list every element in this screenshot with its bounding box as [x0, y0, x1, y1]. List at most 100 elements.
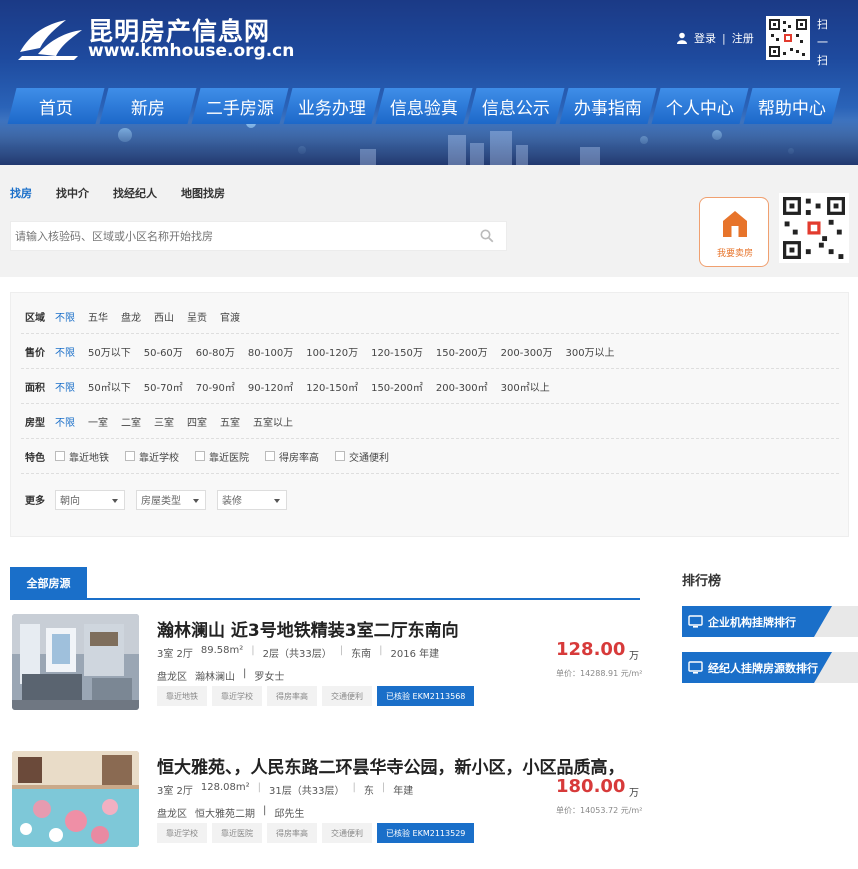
- filter-option[interactable]: 100-120万: [306, 344, 358, 359]
- filter-option[interactable]: 不限: [55, 379, 75, 394]
- register-link[interactable]: 注册: [732, 30, 754, 46]
- search-input[interactable]: [11, 222, 451, 250]
- filter-option[interactable]: 80-100万: [248, 344, 293, 359]
- filter-option[interactable]: 200-300㎡: [436, 379, 488, 394]
- listing-info: 3室 2厅 128.08m² | 31层（共33层） | 东 | 年建: [157, 782, 413, 797]
- filter-option[interactable]: 90-120㎡: [248, 379, 293, 394]
- checkbox-box: [125, 451, 135, 461]
- listing-community[interactable]: 瀚林澜山: [195, 668, 235, 683]
- tab-map-search[interactable]: 地图找房: [181, 185, 225, 201]
- checkbox-box: [55, 451, 65, 461]
- feature-checkbox-transport[interactable]: 交通便利: [335, 449, 389, 464]
- filter-option[interactable]: 盘龙: [121, 309, 141, 324]
- listing-price-unit: 万: [629, 651, 639, 662]
- filter-option[interactable]: 不限: [55, 309, 75, 324]
- filter-option[interactable]: 不限: [55, 344, 75, 359]
- filter-option[interactable]: 二室: [121, 414, 141, 429]
- nav-label: 新房: [131, 98, 165, 119]
- filter-option[interactable]: 50-70㎡: [144, 379, 183, 394]
- filter-option[interactable]: 呈贡: [187, 309, 207, 324]
- listing-community[interactable]: 恒大雅苑二期: [195, 805, 255, 820]
- auth-links: 登录 | 注册: [676, 30, 754, 46]
- listing-photo[interactable]: [12, 751, 139, 847]
- filter-option[interactable]: 五室以上: [253, 414, 293, 429]
- search-tabs: 找房 找中介 找经纪人 地图找房: [10, 185, 225, 201]
- nav-item-verify[interactable]: 信息验真: [375, 88, 473, 124]
- filter-option[interactable]: 一室: [88, 414, 108, 429]
- filter-option[interactable]: 300万以上: [565, 344, 614, 359]
- filter-option[interactable]: 120-150㎡: [306, 379, 358, 394]
- filter-option[interactable]: 四室: [187, 414, 207, 429]
- listing-unit-price: 单价：14288.91 元/m²: [556, 669, 643, 678]
- login-link[interactable]: 登录: [694, 30, 716, 46]
- nav-label: 办事指南: [574, 98, 642, 119]
- nav-item-home[interactable]: 首页: [7, 88, 105, 124]
- filter-option[interactable]: 120-150万: [371, 344, 423, 359]
- filter-row-area: 面积 不限 50㎡以下 50-70㎡ 70-90㎡ 90-120㎡ 120-15…: [21, 369, 839, 404]
- filter-option[interactable]: 三室: [154, 414, 174, 429]
- listing-floor: 31层（共33层）: [269, 786, 345, 797]
- sell-house-button[interactable]: 我要卖房: [699, 197, 769, 267]
- filter-option[interactable]: 50万以下: [88, 344, 131, 359]
- nav-item-new-homes[interactable]: 新房: [99, 88, 197, 124]
- filter-option[interactable]: 不限: [55, 414, 75, 429]
- select-value: 装修: [222, 496, 242, 507]
- listing-area: 128.08m²: [200, 782, 250, 793]
- checkbox-box: [195, 451, 205, 461]
- nav-item-notices[interactable]: 信息公示: [467, 88, 565, 124]
- site-logo[interactable]: 昆明房产信息网 www.kmhouse.org.cn: [16, 12, 294, 62]
- feature-checkbox-hospital[interactable]: 靠近医院: [195, 449, 249, 464]
- select-value: 朝向: [60, 496, 80, 507]
- nav-item-resale[interactable]: 二手房源: [191, 88, 289, 124]
- filter-option[interactable]: 五室: [220, 414, 240, 429]
- nav-item-personal[interactable]: 个人中心: [651, 88, 749, 124]
- search-icon[interactable]: [480, 229, 494, 243]
- filter-option[interactable]: 70-90㎡: [196, 379, 235, 394]
- nav-label: 信息验真: [390, 98, 458, 119]
- feature-checkbox-school[interactable]: 靠近学校: [125, 449, 179, 464]
- ranking-item-label: 企业机构挂牌排行: [708, 616, 796, 629]
- tab-find-house[interactable]: 找房: [10, 185, 32, 201]
- filter-option[interactable]: 150-200万: [436, 344, 488, 359]
- filter-option[interactable]: 西山: [154, 309, 174, 324]
- nav-label: 个人中心: [666, 98, 734, 119]
- listing-title[interactable]: 恒大雅苑、，人民东路二环昙华寺公园，新小区，小区品质高，: [157, 753, 647, 778]
- verified-badge: 已核验 EKM2113568: [377, 686, 475, 706]
- filter-option[interactable]: 五华: [88, 309, 108, 324]
- decoration-select[interactable]: 装修: [217, 489, 287, 510]
- listing-title[interactable]: 瀚林澜山 近3号地铁精装3室二厅东南向: [157, 616, 647, 641]
- filter-option[interactable]: 200-300万: [501, 344, 553, 359]
- feature-checkbox-subway[interactable]: 靠近地铁: [55, 449, 109, 464]
- listing-card[interactable]: 恒大雅苑、，人民东路二环昙华寺公园，新小区，小区品质高， 3室 2厅 128.0…: [12, 751, 643, 849]
- listing-tag: 靠近地铁: [157, 686, 207, 706]
- tab-find-agency[interactable]: 找中介: [56, 185, 89, 201]
- filter-option[interactable]: 60-80万: [196, 344, 235, 359]
- filter-option[interactable]: 官渡: [220, 309, 240, 324]
- main-nav: 首页 新房 二手房源 业务办理 信息验真 信息公示 办事指南 个人中心 帮助中心: [7, 88, 841, 124]
- listing-card[interactable]: 瀚林澜山 近3号地铁精装3室二厅东南向 3室 2厅 89.58m² | 2层（共…: [12, 614, 643, 712]
- listing-tags: 靠近学校 靠近医院 得房率高 交通便利 已核验 EKM2113529: [157, 823, 475, 843]
- listing-location: 盘龙区 瀚林澜山 | 罗女士: [157, 668, 284, 683]
- ranking-item-label: 经纪人挂牌房源数排行: [708, 662, 818, 675]
- listing-district: 盘龙区: [157, 809, 187, 820]
- nav-item-guide[interactable]: 办事指南: [559, 88, 657, 124]
- checkbox-label: 得房率高: [279, 452, 319, 464]
- listing-photo[interactable]: [12, 614, 139, 710]
- filter-option[interactable]: 150-200㎡: [371, 379, 423, 394]
- tab-all-listings[interactable]: 全部房源: [10, 567, 87, 598]
- filter-option[interactable]: 50㎡以下: [88, 379, 131, 394]
- house-type-select[interactable]: 房屋类型: [136, 489, 206, 510]
- filter-option[interactable]: 300㎡以上: [501, 379, 550, 394]
- feature-checkbox-efficiency[interactable]: 得房率高: [265, 449, 319, 464]
- site-url: www.kmhouse.org.cn: [88, 41, 295, 61]
- ranking-item-agencies[interactable]: 企业机构挂牌排行: [682, 606, 858, 637]
- user-icon: [677, 32, 687, 44]
- tab-find-agent[interactable]: 找经纪人: [113, 185, 157, 201]
- nav-item-help[interactable]: 帮助中心: [743, 88, 841, 124]
- filter-option[interactable]: 50-60万: [144, 344, 183, 359]
- nav-item-business[interactable]: 业务办理: [283, 88, 381, 124]
- orientation-select[interactable]: 朝向: [55, 489, 125, 510]
- listing-unit-price: 单价：14053.72 元/m²: [556, 806, 643, 815]
- verified-badge: 已核验 EKM2113529: [377, 823, 475, 843]
- ranking-item-agents[interactable]: 经纪人挂牌房源数排行: [682, 652, 858, 683]
